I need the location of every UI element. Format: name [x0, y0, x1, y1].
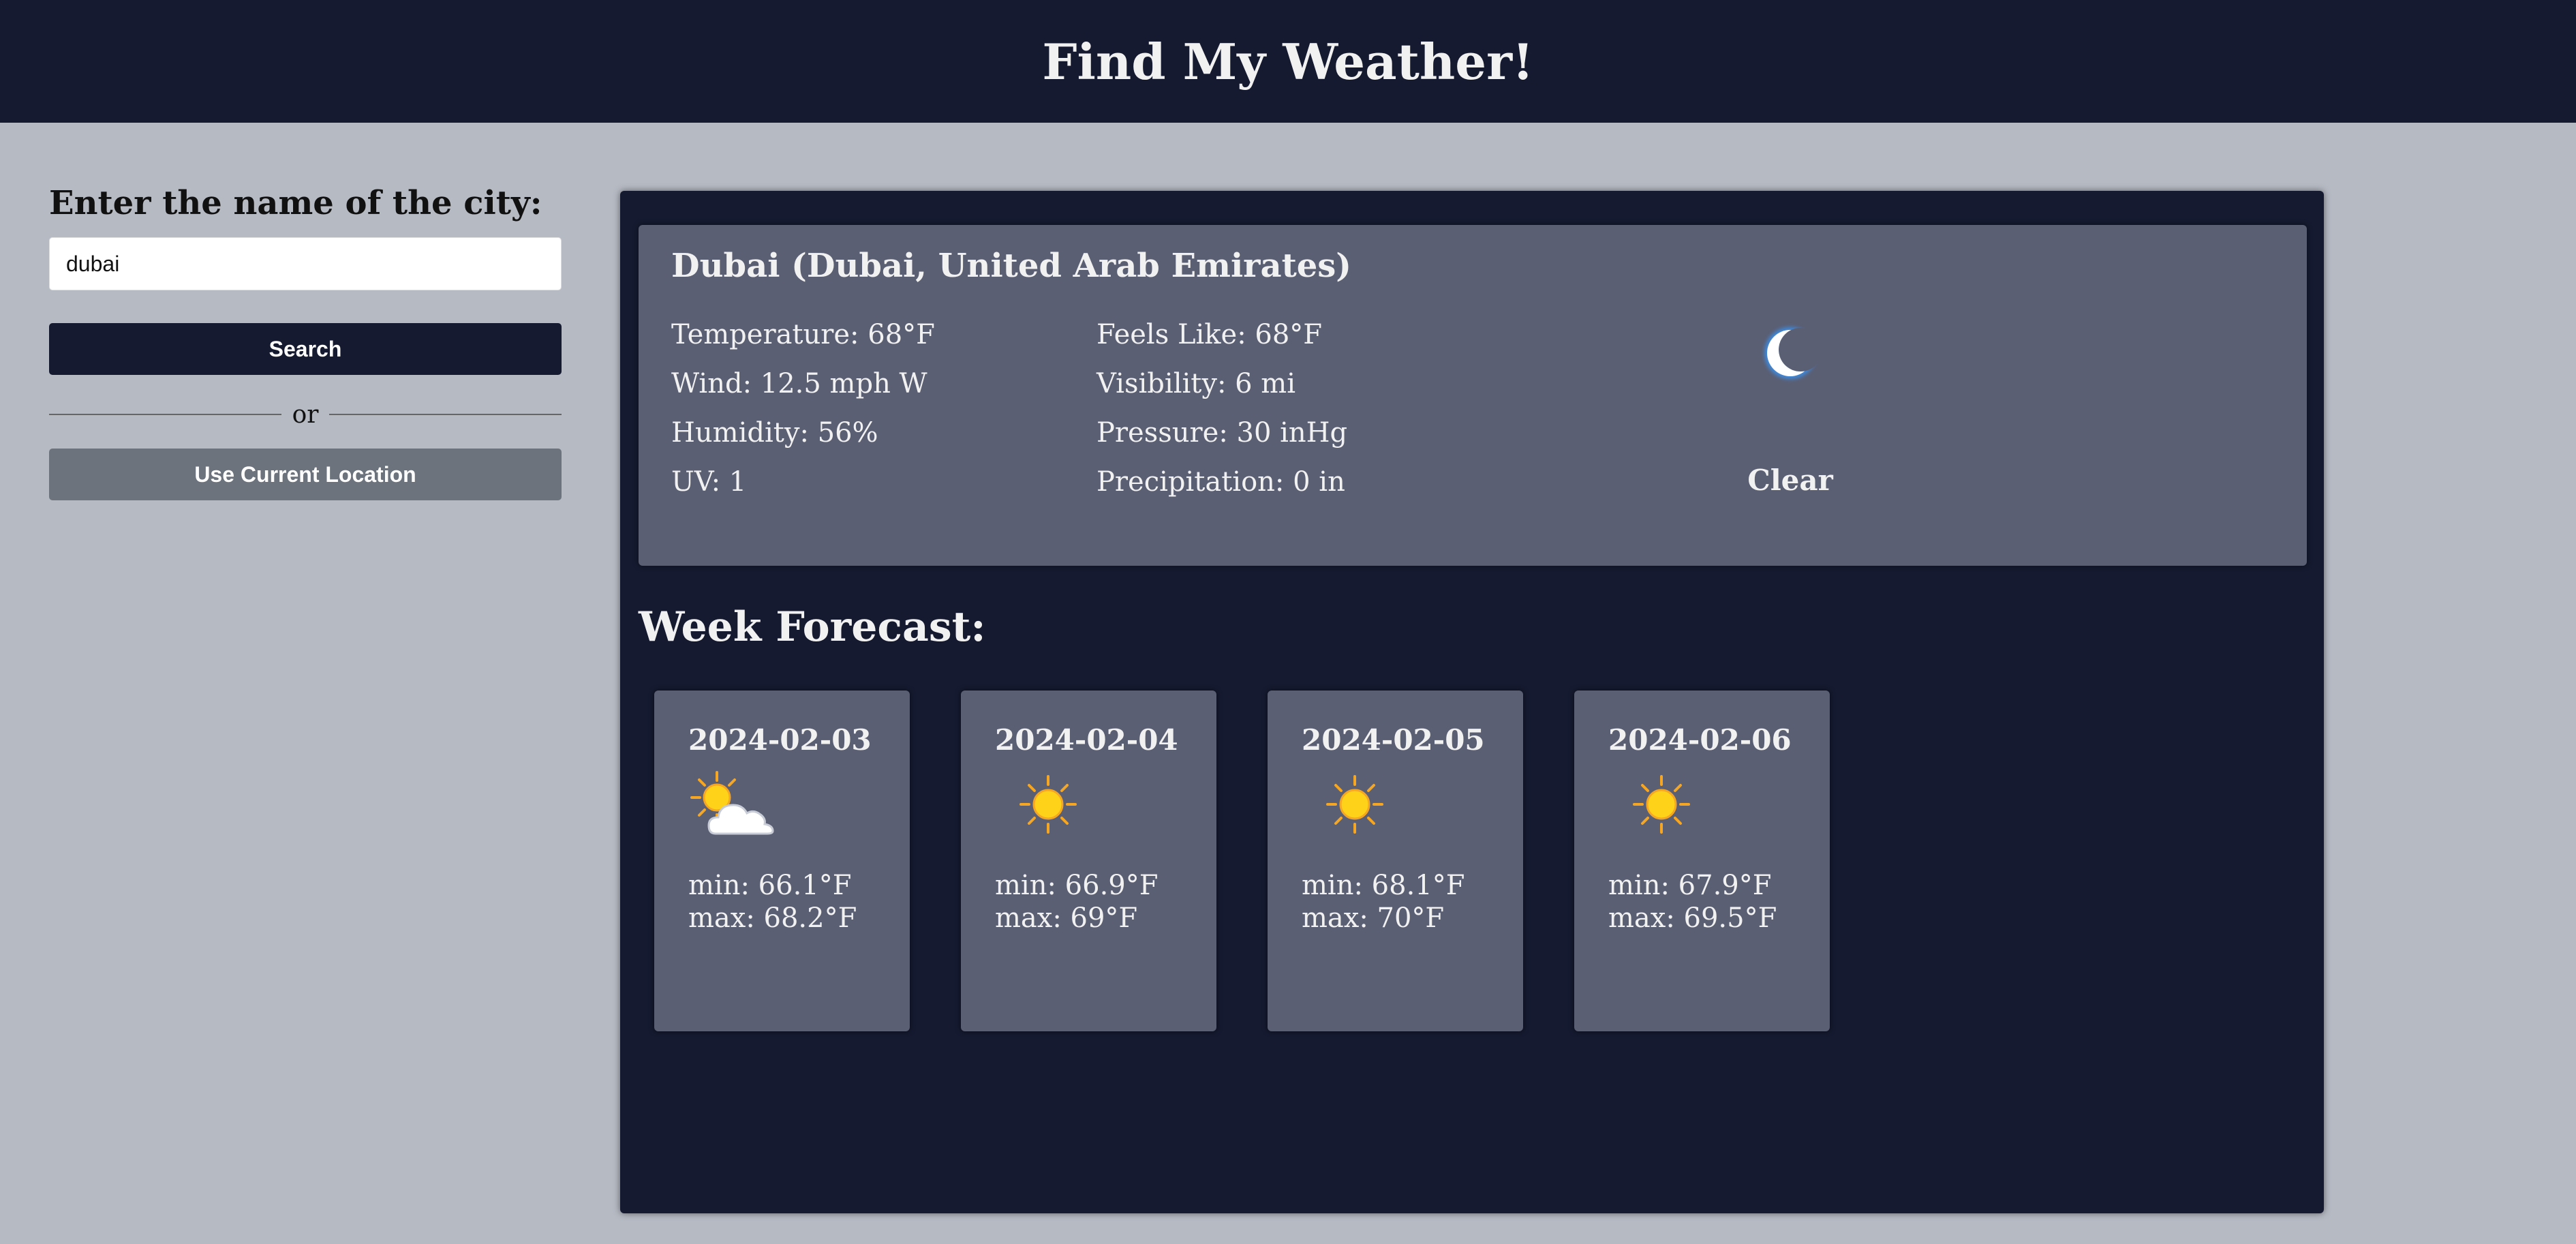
stats-column-left: Temperature: 68°F Wind: 12.5 mph W Humid… [671, 319, 1094, 515]
forecast-temps: min: 67.9°F max: 69.5°F [1608, 869, 1777, 935]
forecast-card: 2024-02-06 min: 67.9°F max: 69.5°F [1574, 691, 1830, 1031]
or-text: or [292, 400, 319, 429]
precipitation-stat: Precipitation: 0 in [1097, 466, 1345, 498]
uv-stat: UV: 1 [671, 466, 747, 498]
weather-panel: Dubai (Dubai, United Arab Emirates) Temp… [620, 191, 2324, 1213]
forecast-min: min: 68.1°F [1302, 870, 1465, 901]
forecast-max: max: 70°F [1302, 902, 1445, 934]
forecast-temps: min: 68.1°F max: 70°F [1302, 869, 1465, 935]
forecast-temps: min: 66.1°F max: 68.2°F [688, 869, 857, 935]
forecast-max: max: 69.5°F [1608, 902, 1777, 934]
forecast-date: 2024-02-05 [1302, 723, 1485, 757]
forecast-temps: min: 66.9°F max: 69°F [995, 869, 1159, 935]
app-title: Find My Weather! [1042, 32, 1534, 91]
divider-line-left [49, 414, 281, 415]
forecast-min: min: 67.9°F [1608, 870, 1772, 901]
search-button[interactable]: Search [49, 323, 562, 375]
app-header: Find My Weather! [0, 0, 2576, 123]
sun-icon [1326, 775, 1383, 834]
partly-cloudy-icon [690, 771, 774, 835]
visibility-stat: Visibility: 6 mi [1097, 368, 1296, 399]
forecast-min: min: 66.9°F [995, 870, 1159, 901]
crescent-moon-icon [1764, 327, 1816, 379]
forecast-card: 2024-02-05 min: 68.1°F max: 70°F [1268, 691, 1523, 1031]
forecast-card: 2024-02-04 min: 66.9°F max: 69°F [961, 691, 1216, 1031]
forecast-max: max: 69°F [995, 902, 1138, 934]
current-weather-card: Dubai (Dubai, United Arab Emirates) Temp… [639, 225, 2307, 566]
stats-column-right: Feels Like: 68°F Visibility: 6 mi Pressu… [1097, 319, 1519, 515]
wind-stat: Wind: 12.5 mph W [671, 368, 927, 399]
condition-text: Clear [1747, 464, 1833, 497]
or-divider: or [49, 394, 562, 435]
temperature-stat: Temperature: 68°F [671, 319, 935, 350]
forecast-card: 2024-02-03 min: 66.1°F max: 68.2°F [654, 691, 910, 1031]
week-forecast-title: Week Forecast: [639, 603, 986, 651]
humidity-stat: Humidity: 56% [671, 417, 878, 449]
use-current-location-button[interactable]: Use Current Location [49, 449, 562, 500]
search-sidebar: Enter the name of the city: Search or Us… [49, 184, 562, 500]
feels-like-stat: Feels Like: 68°F [1097, 319, 1323, 350]
forecast-max: max: 68.2°F [688, 902, 857, 934]
forecast-min: min: 66.1°F [688, 870, 852, 901]
forecast-date: 2024-02-04 [995, 723, 1178, 757]
city-search-input[interactable] [49, 237, 562, 290]
forecast-date: 2024-02-06 [1608, 723, 1792, 757]
pressure-stat: Pressure: 30 inHg [1097, 417, 1348, 449]
sun-icon [1633, 775, 1690, 834]
sun-icon [1019, 775, 1077, 834]
location-title: Dubai (Dubai, United Arab Emirates) [671, 247, 1352, 285]
forecast-date: 2024-02-03 [688, 723, 872, 757]
city-input-label: Enter the name of the city: [49, 184, 542, 222]
divider-line-right [329, 414, 562, 415]
